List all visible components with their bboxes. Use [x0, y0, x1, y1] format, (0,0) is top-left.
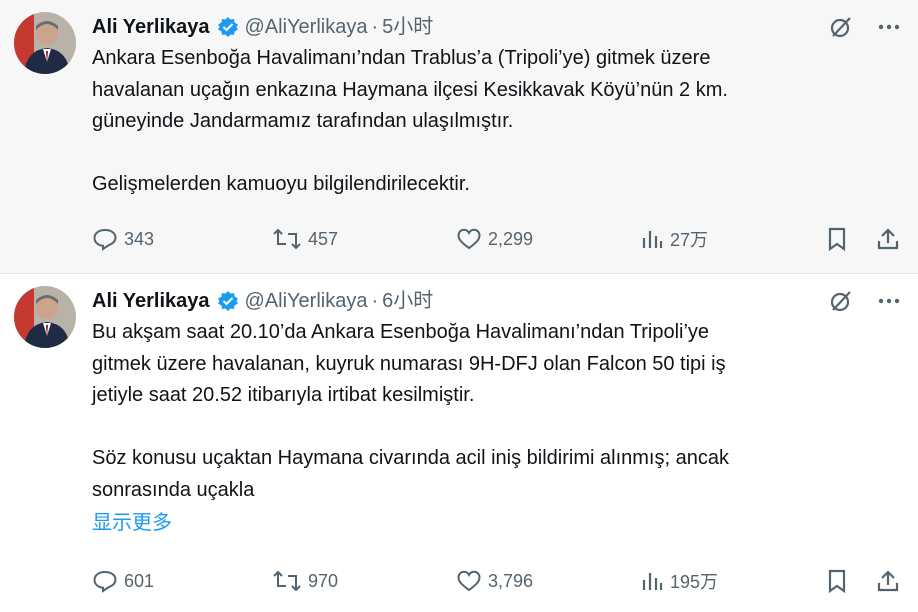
tweet-header: Ali Yerlikaya @AliYerlikaya · 6小时 — [92, 286, 902, 316]
share-icon — [876, 569, 900, 593]
retweet-button[interactable]: 457 — [272, 227, 338, 251]
retweet-button[interactable]: 970 — [272, 569, 338, 593]
avatar[interactable] — [14, 286, 76, 348]
author-handle[interactable]: @AliYerlikaya — [245, 286, 368, 316]
reply-icon — [92, 227, 118, 251]
heart-icon — [456, 227, 482, 251]
bookmark-button[interactable] — [826, 569, 848, 593]
heart-icon — [456, 569, 482, 593]
more-icon[interactable] — [876, 288, 902, 314]
reply-button[interactable]: 343 — [92, 227, 154, 251]
grok-icon[interactable] — [828, 288, 854, 314]
share-icon — [876, 227, 900, 251]
tweet[interactable]: Ali Yerlikaya @AliYerlikaya · 5小时 Ankara… — [0, 0, 918, 274]
retweet-count: 970 — [308, 570, 339, 591]
separator: · — [371, 16, 379, 38]
views-icon — [640, 227, 664, 251]
bookmark-button[interactable] — [826, 227, 848, 251]
views-button[interactable]: 27万 — [640, 226, 708, 252]
tweet-actions: 343 457 2,299 27万 — [92, 224, 902, 254]
reply-count: 343 — [124, 228, 155, 249]
tweet[interactable]: Ali Yerlikaya @AliYerlikaya · 6小时 Bu akş… — [0, 274, 918, 612]
like-count: 2,299 — [488, 228, 534, 249]
bookmark-icon — [826, 569, 848, 593]
retweet-count: 457 — [308, 228, 339, 249]
reply-button[interactable]: 601 — [92, 569, 154, 593]
retweet-icon — [272, 569, 302, 593]
author-name[interactable]: Ali Yerlikaya — [92, 286, 210, 316]
separator: · — [371, 290, 379, 312]
timestamp[interactable]: 5小时 — [382, 12, 433, 42]
show-more-link[interactable]: 显示更多 — [92, 508, 902, 538]
reply-icon — [92, 569, 118, 593]
timestamp[interactable]: 6小时 — [382, 286, 433, 316]
tweet-text: Bu akşam saat 20.10’da Ankara Esenboğa H… — [92, 321, 729, 501]
like-button[interactable]: 2,299 — [456, 227, 533, 251]
views-icon — [640, 569, 664, 593]
like-count: 3,796 — [488, 570, 534, 591]
verified-badge-icon — [217, 16, 239, 38]
views-count: 195万 — [670, 572, 719, 592]
views-button[interactable]: 195万 — [640, 568, 718, 594]
share-button[interactable] — [876, 569, 900, 593]
reply-count: 601 — [124, 570, 155, 591]
grok-icon[interactable] — [828, 14, 854, 40]
like-button[interactable]: 3,796 — [456, 569, 533, 593]
views-count: 27万 — [670, 230, 709, 250]
author-name[interactable]: Ali Yerlikaya — [92, 12, 210, 42]
bookmark-icon — [826, 227, 848, 251]
avatar[interactable] — [14, 12, 76, 74]
verified-badge-icon — [217, 290, 239, 312]
tweet-header: Ali Yerlikaya @AliYerlikaya · 5小时 — [92, 12, 902, 42]
author-handle[interactable]: @AliYerlikaya — [245, 12, 368, 42]
more-icon[interactable] — [876, 14, 902, 40]
tweet-text: Ankara Esenboğa Havalimanı’ndan Trablus’… — [92, 47, 728, 195]
share-button[interactable] — [876, 227, 900, 251]
tweet-actions: 601 970 3,796 195万 — [92, 566, 902, 596]
retweet-icon — [272, 227, 302, 251]
